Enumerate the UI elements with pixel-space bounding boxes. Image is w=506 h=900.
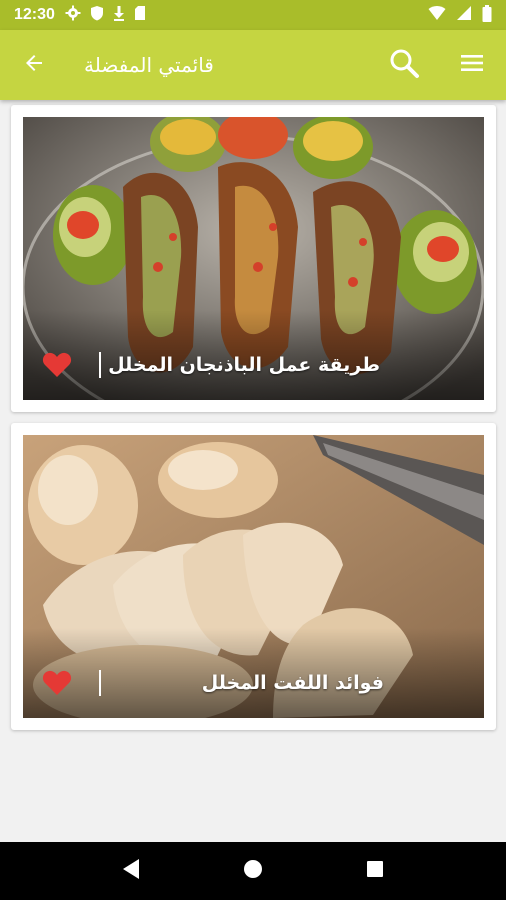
home-circle-icon <box>243 859 263 883</box>
nav-recents-button[interactable] <box>350 846 400 896</box>
caption-divider <box>99 670 101 696</box>
pickled-turnip-photo[interactable]: فوائد اللفت المخلل <box>23 435 484 718</box>
recipe-caption: طريقة عمل الباذنجان المخلل <box>23 350 484 380</box>
favorites-list: طريقة عمل الباذنجان المخلل فوائد اللفت ا… <box>0 100 506 842</box>
back-triangle-icon <box>121 858 141 884</box>
system-nav-bar <box>0 842 506 900</box>
back-button[interactable] <box>14 45 54 85</box>
nav-back-button[interactable] <box>106 846 156 896</box>
wifi-icon <box>428 5 446 25</box>
stuffed-eggplant-photo[interactable]: طريقة عمل الباذنجان المخلل <box>23 117 484 400</box>
nav-home-button[interactable] <box>228 846 278 896</box>
app-bar: قائمتي المفضلة <box>0 30 506 100</box>
sd-card-icon <box>134 5 146 25</box>
favorite-heart-icon[interactable] <box>41 351 73 379</box>
signal-icon <box>456 5 472 25</box>
battery-icon <box>482 4 492 26</box>
menu-button[interactable] <box>452 45 492 85</box>
recipe-title: طريقة عمل الباذنجان المخلل <box>108 354 380 376</box>
status-bar: 12:30 <box>0 0 506 30</box>
search-icon <box>388 47 420 83</box>
recents-square-icon <box>366 860 384 882</box>
search-button[interactable] <box>384 45 424 85</box>
arrow-back-icon <box>22 51 46 79</box>
recipe-card[interactable]: فوائد اللفت المخلل <box>11 423 496 730</box>
status-time: 12:30 <box>14 6 55 23</box>
recipe-caption: فوائد اللفت المخلل <box>23 668 484 698</box>
favorite-heart-icon[interactable] <box>41 669 73 697</box>
recipe-title: فوائد اللفت المخلل <box>201 672 384 694</box>
shield-icon <box>90 5 104 25</box>
caption-divider <box>99 352 101 378</box>
gear-icon <box>65 5 81 25</box>
page-title: قائمتي المفضلة <box>84 53 214 77</box>
menu-icon <box>460 53 484 77</box>
recipe-card[interactable]: طريقة عمل الباذنجان المخلل <box>11 105 496 412</box>
download-icon <box>113 5 125 25</box>
